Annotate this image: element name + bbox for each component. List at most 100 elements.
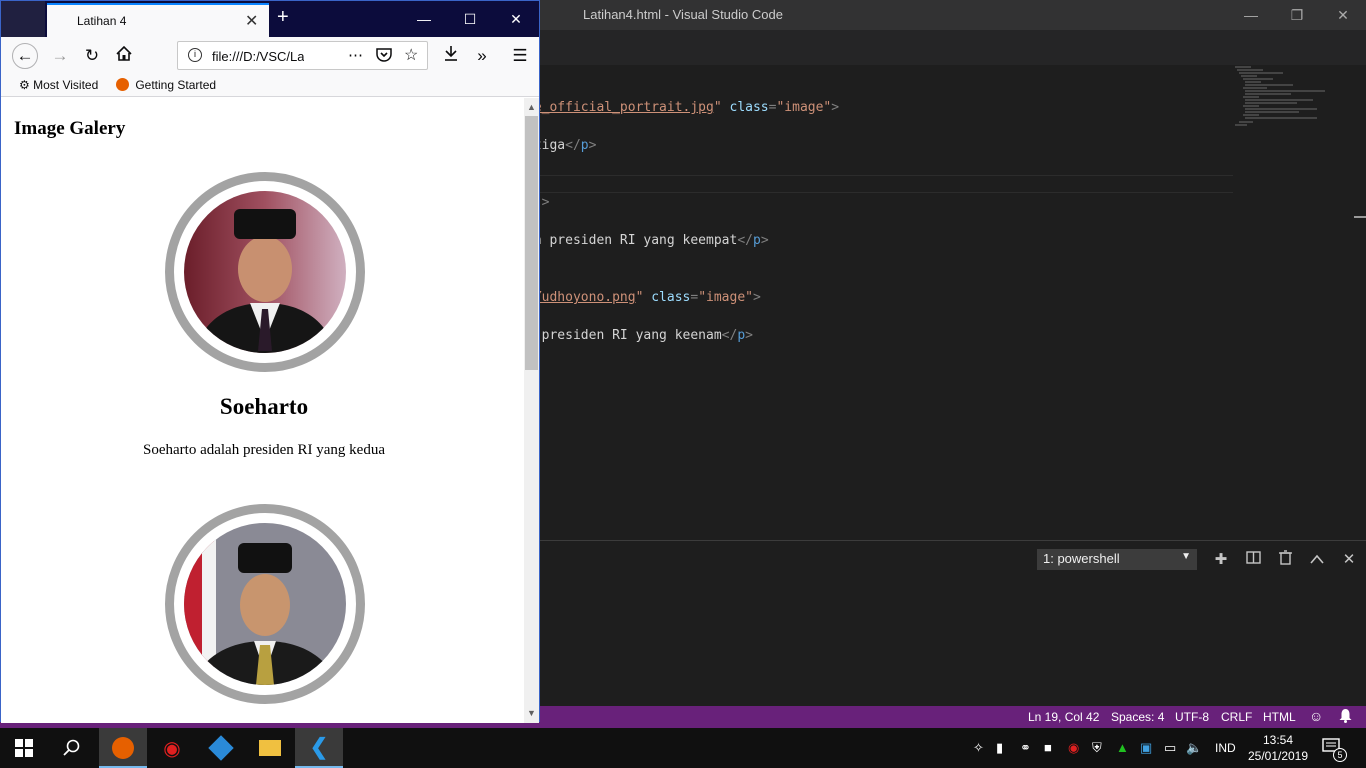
taskbar-file-explorer-icon[interactable]: [246, 728, 294, 768]
vscode-minimize-button[interactable]: —: [1228, 0, 1274, 30]
battery-icon[interactable]: ▮: [996, 740, 1003, 756]
page-heading: Image Galery: [14, 118, 126, 139]
search-icon[interactable]: [48, 728, 96, 768]
terminal-select-value: 1: powershell: [1043, 551, 1120, 566]
web-page: Image Galery Soeharto Soeharto adalah pr…: [1, 98, 539, 723]
code-token: p: [737, 328, 746, 343]
vscode-restore-button[interactable]: ❐: [1274, 0, 1320, 30]
pocket-icon[interactable]: [376, 47, 392, 65]
indentation-status[interactable]: Spaces: 4: [1111, 710, 1164, 724]
maximize-panel-icon[interactable]: [1307, 550, 1327, 570]
portrait-image: [184, 191, 346, 353]
code-token: class: [721, 100, 769, 115]
input-language[interactable]: IND: [1215, 741, 1236, 755]
back-button[interactable]: ←: [12, 43, 38, 69]
cursor-position[interactable]: Ln 19, Col 42: [1028, 710, 1099, 724]
bookmark-getting-started[interactable]: Getting Started: [116, 78, 216, 92]
code-line: _Yudhoyono.png" class="image">: [526, 290, 761, 305]
split-terminal-button[interactable]: [1243, 550, 1263, 570]
code-token: </: [721, 328, 738, 343]
smiley-icon[interactable]: ☺: [1309, 708, 1323, 724]
code-token: ie_official_portrait.jpg: [526, 100, 714, 115]
card-description: Soeharto adalah presiden RI yang kedua: [143, 442, 385, 458]
close-tab-icon[interactable]: ✕: [245, 11, 258, 31]
language-mode[interactable]: HTML: [1263, 710, 1296, 724]
code-token: >: [745, 328, 753, 343]
bookmark-star-icon[interactable]: ☆: [404, 45, 418, 65]
tray-drive-icon[interactable]: ▲: [1116, 740, 1129, 755]
reload-button[interactable]: ↻: [79, 43, 105, 69]
portrait-image: [184, 523, 346, 685]
tray-display-icon[interactable]: ▭: [1164, 740, 1176, 756]
clock-time: 13:54: [1262, 733, 1294, 747]
firefox-minimize-button[interactable]: —: [401, 1, 447, 37]
scroll-down-icon[interactable]: ▼: [524, 706, 539, 721]
code-token: ah presiden RI yang keempat: [526, 233, 738, 248]
code-token: "image": [776, 100, 832, 115]
firefox-maximize-button[interactable]: ☐: [447, 1, 493, 37]
minimap[interactable]: [1233, 65, 1353, 135]
code-token: >: [588, 138, 597, 153]
bell-icon[interactable]: [1339, 708, 1352, 726]
clock-date: 25/01/2019: [1247, 749, 1309, 763]
tray-app-icon[interactable]: ■: [1044, 740, 1052, 755]
code-token: >: [753, 290, 761, 305]
volume-icon[interactable]: 🔈: [1186, 740, 1202, 756]
overflow-menu-icon[interactable]: »: [469, 43, 495, 69]
download-icon[interactable]: [438, 43, 464, 69]
eol-status[interactable]: CRLF: [1221, 710, 1252, 724]
bookmark-label: Most Visited: [33, 78, 99, 92]
gear-icon: ⚙: [19, 78, 30, 92]
editor-scroll-marker: [1354, 216, 1366, 218]
new-tab-button[interactable]: +: [277, 6, 289, 29]
code-token: >: [831, 100, 840, 115]
forward-button[interactable]: →: [47, 43, 73, 69]
current-line-highlight: [526, 175, 1233, 193]
wifi-icon[interactable]: ✧: [973, 740, 984, 756]
firefox-close-button[interactable]: ✕: [493, 1, 539, 37]
code-line: ah presiden RI yang keempat</p>: [526, 233, 769, 248]
encoding-status[interactable]: UTF-8: [1175, 710, 1209, 724]
code-token: </: [737, 233, 753, 248]
hamburger-menu-icon[interactable]: ☰: [507, 43, 533, 69]
code-token: p: [752, 233, 761, 248]
page-actions-icon[interactable]: ⋯: [348, 46, 363, 64]
clock[interactable]: 13:54 25/01/2019: [1240, 732, 1316, 764]
network-icon[interactable]: ⚭: [1020, 740, 1031, 756]
scroll-up-icon[interactable]: ▲: [524, 100, 539, 115]
firefox-nav-bar: ← → ↻ i file:///D:/VSC/Lat ⋯ ☆ » ☰: [1, 37, 539, 73]
trash-icon[interactable]: [1275, 550, 1295, 570]
taskbar-sourcetree-icon[interactable]: [197, 728, 245, 768]
taskbar-firefox-icon[interactable]: [99, 728, 147, 768]
terminal-select[interactable]: 1: powershell ▼: [1037, 549, 1197, 570]
info-icon[interactable]: i: [188, 48, 202, 62]
tray-shield-icon[interactable]: ⛨: [1092, 740, 1102, 756]
code-token: h presiden RI yang keenam: [526, 328, 722, 343]
bookmarks-toolbar: ⚙ Most Visited Getting Started: [1, 73, 539, 97]
tab-strip-spacer: [1, 1, 45, 37]
chevron-down-icon: ▼: [1181, 551, 1191, 562]
code-token: >: [760, 233, 769, 248]
tab-latihan4[interactable]: Latihan 4 ✕: [47, 3, 269, 37]
tray-app2-icon[interactable]: ▣: [1140, 740, 1152, 756]
code-line: h presiden RI yang keenam</p>: [526, 328, 753, 343]
scrollbar-thumb[interactable]: [525, 116, 538, 370]
taskbar-vscode-icon[interactable]: ❮: [295, 728, 343, 768]
tray-garena-icon[interactable]: ◉: [1068, 740, 1079, 756]
vscode-close-button[interactable]: ✕: [1320, 0, 1366, 30]
new-terminal-button[interactable]: ✚: [1211, 550, 1231, 570]
code-token: class: [643, 290, 691, 305]
firefox-tab-bar: Latihan 4 ✕ + — ☐ ✕: [1, 1, 539, 37]
url-text: file:///D:/VSC/Lat: [212, 49, 304, 64]
windows-taskbar: ◉ ❮ ✧ ▮ ⚭ ■ ◉ ⛨ ▲ ▣ ▭ 🔈 IND 13:54 25/01/…: [0, 728, 1366, 768]
tab-title: Latihan 4: [77, 14, 127, 28]
portrait-frame: [165, 172, 365, 372]
action-center-icon[interactable]: 5: [1322, 738, 1347, 762]
start-button[interactable]: [0, 728, 48, 768]
taskbar-garena-icon[interactable]: ◉: [148, 728, 196, 768]
home-button[interactable]: [111, 43, 137, 69]
bookmark-most-visited[interactable]: ⚙ Most Visited: [19, 78, 98, 92]
portrait-frame: [165, 504, 365, 704]
url-bar[interactable]: i file:///D:/VSC/Lat ⋯ ☆: [177, 41, 428, 70]
close-panel-icon[interactable]: ✕: [1339, 550, 1359, 570]
